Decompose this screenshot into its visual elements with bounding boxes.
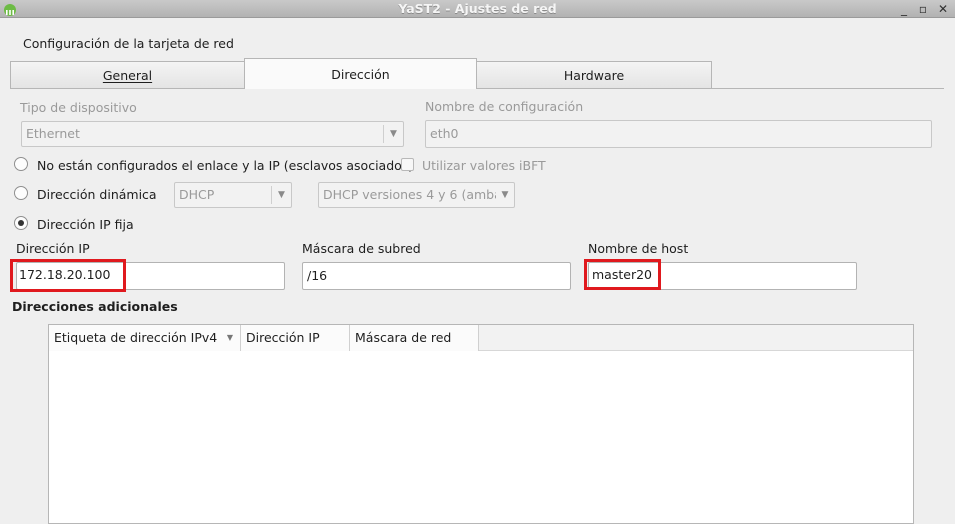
sort-down-icon: ▼: [226, 333, 233, 342]
device-type-value: Ethernet: [26, 126, 80, 141]
column-header-netmask[interactable]: Máscara de red: [350, 325, 479, 351]
window-title: YaST2 - Ajustes de red: [398, 1, 557, 16]
static-label: Dirección IP fija: [37, 217, 134, 232]
radio-dynamic[interactable]: [14, 186, 28, 200]
hostname-value: master20: [592, 267, 652, 282]
section-title: Configuración de la tarjeta de red: [23, 36, 234, 51]
additional-addresses-table[interactable]: Etiqueta de dirección IPv4 ▼ Dirección I…: [48, 324, 914, 524]
tab-general[interactable]: General: [10, 61, 245, 88]
chevron-down-icon: ▼: [271, 186, 291, 204]
minimize-icon[interactable]: _: [896, 1, 912, 17]
tab-direccion-label: Dirección: [331, 67, 390, 82]
column-header-label-text: Etiqueta de dirección IPv4: [54, 330, 218, 345]
column-header-label[interactable]: Etiqueta de dirección IPv4 ▼: [49, 325, 241, 351]
dynamic-mode-select[interactable]: DHCP ▼: [174, 182, 292, 208]
hostname-label: Nombre de host: [588, 241, 689, 256]
ip-address-value: 172.18.20.100: [19, 267, 111, 282]
chevron-down-icon: ▼: [496, 186, 514, 204]
device-type-select[interactable]: Ethernet ▼: [21, 121, 404, 147]
tab-direccion[interactable]: Dirección: [244, 58, 477, 89]
subnet-mask-field[interactable]: /16: [302, 262, 571, 290]
radio-static[interactable]: [14, 216, 28, 230]
config-name-field[interactable]: eth0: [425, 120, 932, 148]
dynamic-label: Dirección dinámica: [37, 187, 157, 202]
radio-no-link[interactable]: [14, 157, 28, 171]
ip-address-label: Dirección IP: [16, 241, 90, 256]
chevron-down-icon: ▼: [383, 125, 403, 143]
maximize-icon[interactable]: ▫: [915, 1, 931, 17]
tab-hardware-label: Hardware: [563, 68, 625, 83]
ibft-label: Utilizar valores iBFT: [422, 158, 546, 173]
dynamic-mode-value: DHCP: [179, 187, 215, 202]
tab-hardware[interactable]: Hardware: [476, 61, 712, 88]
subnet-mask-label: Máscara de subred: [302, 241, 421, 256]
column-header-ip-text: Dirección IP: [246, 330, 320, 345]
device-type-label: Tipo de dispositivo: [20, 100, 137, 115]
dhcp-version-value: DHCP versiones 4 y 6 (ambas: [323, 187, 509, 202]
tab-general-label: General: [102, 68, 153, 83]
config-name-label: Nombre de configuración: [425, 99, 584, 114]
additional-addresses-title: Direcciones adicionales: [12, 299, 178, 314]
dhcp-version-select[interactable]: DHCP versiones 4 y 6 (ambas ▼: [318, 182, 515, 208]
no-link-label: No están configurados el enlace y la IP …: [37, 158, 414, 173]
ibft-checkbox[interactable]: [401, 158, 414, 171]
close-icon[interactable]: ✕: [935, 1, 951, 17]
column-header-ip[interactable]: Dirección IP: [241, 325, 350, 351]
column-header-netmask-text: Máscara de red: [355, 330, 452, 345]
